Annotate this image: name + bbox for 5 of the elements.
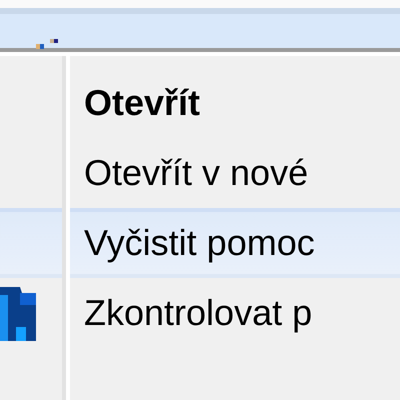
menu-item[interactable]: Otevřít [0,68,400,138]
menu-item[interactable]: Vyčistit pomoc [0,208,400,278]
menu-item[interactable]: Zkontrolovat p [0,278,400,348]
toolbar-icon[interactable] [36,38,60,50]
menu-item[interactable]: Otevřít v nové [0,138,400,208]
